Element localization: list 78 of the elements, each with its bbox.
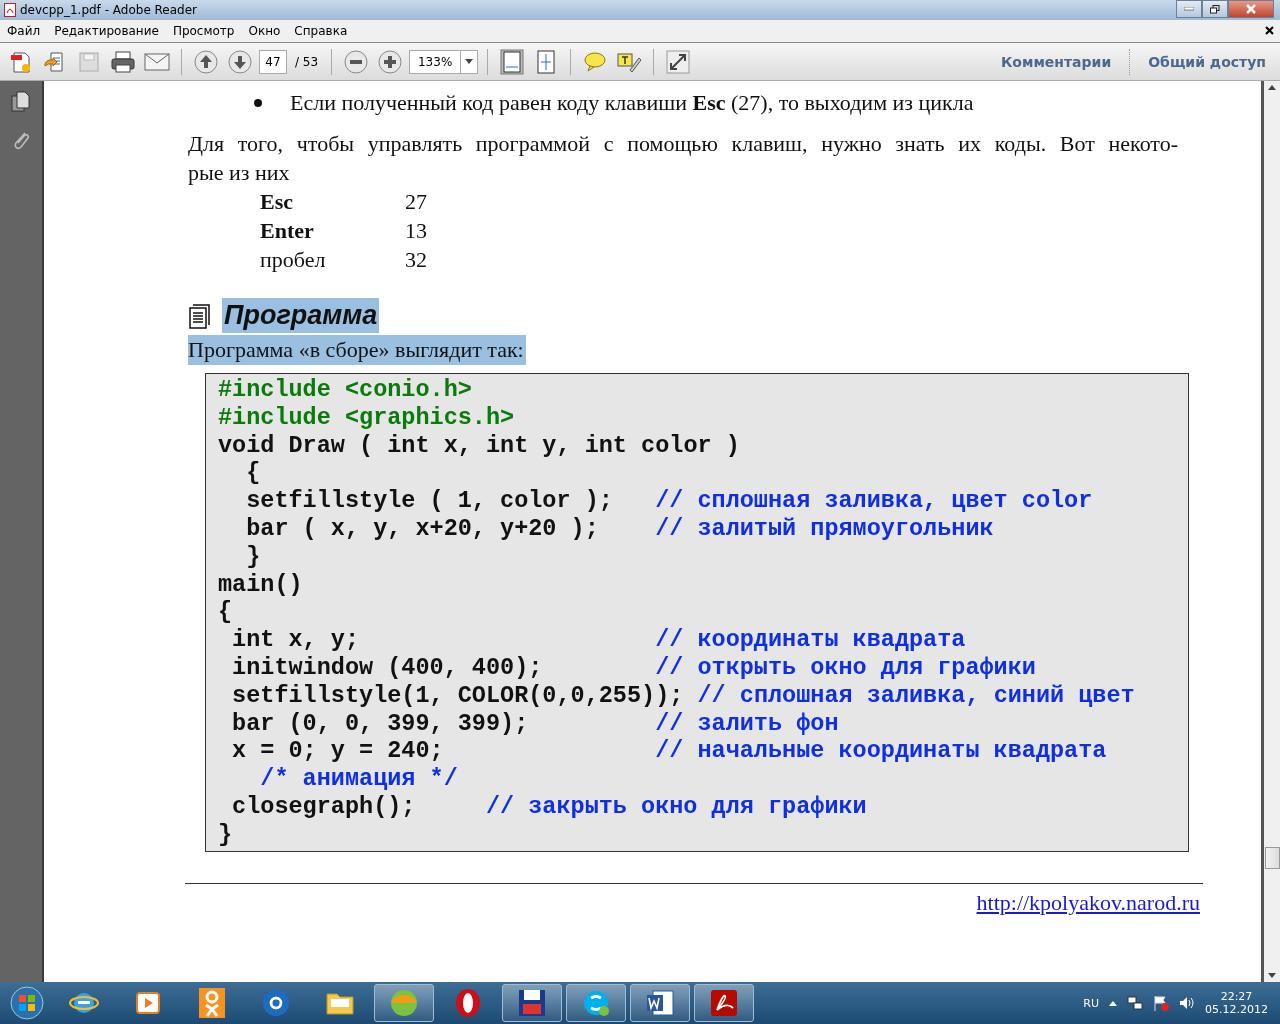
- code-directive: #include <graphics.h>: [218, 403, 515, 432]
- toolbar-link[interactable]: Общий доступ: [1134, 53, 1280, 70]
- key-code: 32: [405, 246, 428, 274]
- scrollbar-thumb[interactable]: [1264, 847, 1280, 869]
- toolbar-link[interactable]: Комментарии: [986, 53, 1126, 70]
- key-code: 13: [405, 217, 428, 245]
- code-text: main(): [218, 570, 303, 599]
- ball-icon: [389, 988, 419, 1018]
- speaker-icon[interactable]: [1179, 995, 1195, 1011]
- restore-icon: [1210, 4, 1220, 14]
- paragraph: Для того, чтобы управлять программой с помощью клавиш, нужно знать их коды. Вот некото- рые из них: [188, 130, 1178, 187]
- code-text: bar ( x, y, x+20, y+20 );: [245, 515, 600, 543]
- website-link[interactable]: http://kpolyakov.narod.ru: [976, 889, 1200, 915]
- code-comment: // залить фон: [655, 709, 839, 738]
- folder-icon: [325, 990, 355, 1016]
- code-text: {: [245, 459, 261, 488]
- play-icon: [135, 990, 161, 1016]
- menu-item[interactable]: Справка: [287, 24, 355, 38]
- key-code: 27: [405, 188, 428, 216]
- code-text: x = 0; y = 240;: [231, 737, 445, 766]
- code-comment: /* анимация */: [259, 765, 458, 793]
- taskbar-button[interactable]: [630, 984, 690, 1022]
- code-comment: // открыть окно для графики: [655, 653, 1036, 682]
- code-text: }: [218, 820, 233, 849]
- page-number-field[interactable]: 47: [259, 49, 287, 74]
- code-comment: // залитый прямоугольник: [655, 515, 994, 543]
- taskbar-button[interactable]: [694, 984, 754, 1022]
- pdf-icon: [709, 988, 739, 1018]
- code-text: bar (0, 0, 399, 399);: [231, 709, 530, 738]
- code-text: setfillstyle(1, COLOR(0,0,255));: [231, 681, 684, 710]
- intro-text: Программа «в сборе» выглядит так:: [188, 335, 526, 365]
- show-hidden-icons-icon[interactable]: [1109, 1000, 1117, 1006]
- scroll-up-arrow-icon[interactable]: [1268, 85, 1276, 90]
- document-w-icon: [645, 988, 675, 1018]
- language-indicator[interactable]: RU: [1083, 996, 1099, 1010]
- key-name: пробел: [260, 246, 327, 274]
- window-title: devcpp_1.pdf - Adobe Reader: [20, 3, 199, 17]
- code-text: initwindow (400, 400);: [231, 653, 544, 682]
- pages-icon[interactable]: [9, 89, 33, 115]
- person-icon: [199, 988, 225, 1018]
- code-text: {: [218, 598, 233, 627]
- pdf-file-icon: [4, 3, 16, 17]
- section-heading: Программа: [222, 298, 380, 333]
- code-text: setfillstyle ( 1, color );: [245, 487, 614, 515]
- letter-o-icon: [455, 988, 481, 1018]
- restore-button[interactable]: [1202, 0, 1228, 18]
- code-text: void Draw ( int x, int y, int color ): [218, 431, 740, 460]
- taskbar-button[interactable]: [566, 984, 626, 1022]
- network-icon[interactable]: [1127, 995, 1143, 1011]
- flag-icon[interactable]: [1153, 995, 1169, 1011]
- code-directive: #include <conio.h>: [218, 376, 472, 404]
- zoom-dropdown-button[interactable]: [460, 49, 479, 74]
- zoom-field[interactable]: 133%: [409, 49, 461, 74]
- bullet-icon: [254, 99, 262, 107]
- minimize-icon: [1184, 7, 1194, 11]
- scroll-down-arrow-icon[interactable]: [1268, 973, 1276, 978]
- code-comment: // закрыть окно для графики: [485, 792, 867, 821]
- menu-item[interactable]: Редактирование: [47, 24, 166, 38]
- code-comment: // сплошная заливка, цвет color: [655, 487, 1093, 515]
- clock-date[interactable]: 05.12.2012: [1205, 1003, 1268, 1016]
- code-comment: // координаты квадрата: [655, 626, 966, 654]
- close-button[interactable]: [1228, 0, 1274, 18]
- page-count: / 53: [295, 54, 319, 69]
- code-text: }: [245, 542, 261, 571]
- bullet-text: Если полученный код равен коду клавиши Esc (27), то выходим из цикла: [290, 90, 974, 116]
- key-name: Esc: [260, 188, 294, 216]
- menu-item[interactable]: Окно: [241, 24, 288, 38]
- code-comment: // сплошная заливка, синий цвет: [697, 681, 1135, 710]
- code-text: closegraph();: [231, 792, 416, 821]
- caret-icon: [465, 59, 474, 64]
- code-text: int x, y;: [231, 626, 361, 654]
- close-icon: [1246, 4, 1256, 14]
- menu-item[interactable]: Файл: [0, 24, 48, 38]
- menu-item[interactable]: Просмотр: [165, 24, 242, 38]
- code-comment: // начальные координаты квадрата: [655, 737, 1107, 766]
- taskbar-button[interactable]: [502, 984, 562, 1022]
- clock-time[interactable]: 22:27: [1220, 990, 1253, 1003]
- key-name: Enter: [260, 217, 315, 245]
